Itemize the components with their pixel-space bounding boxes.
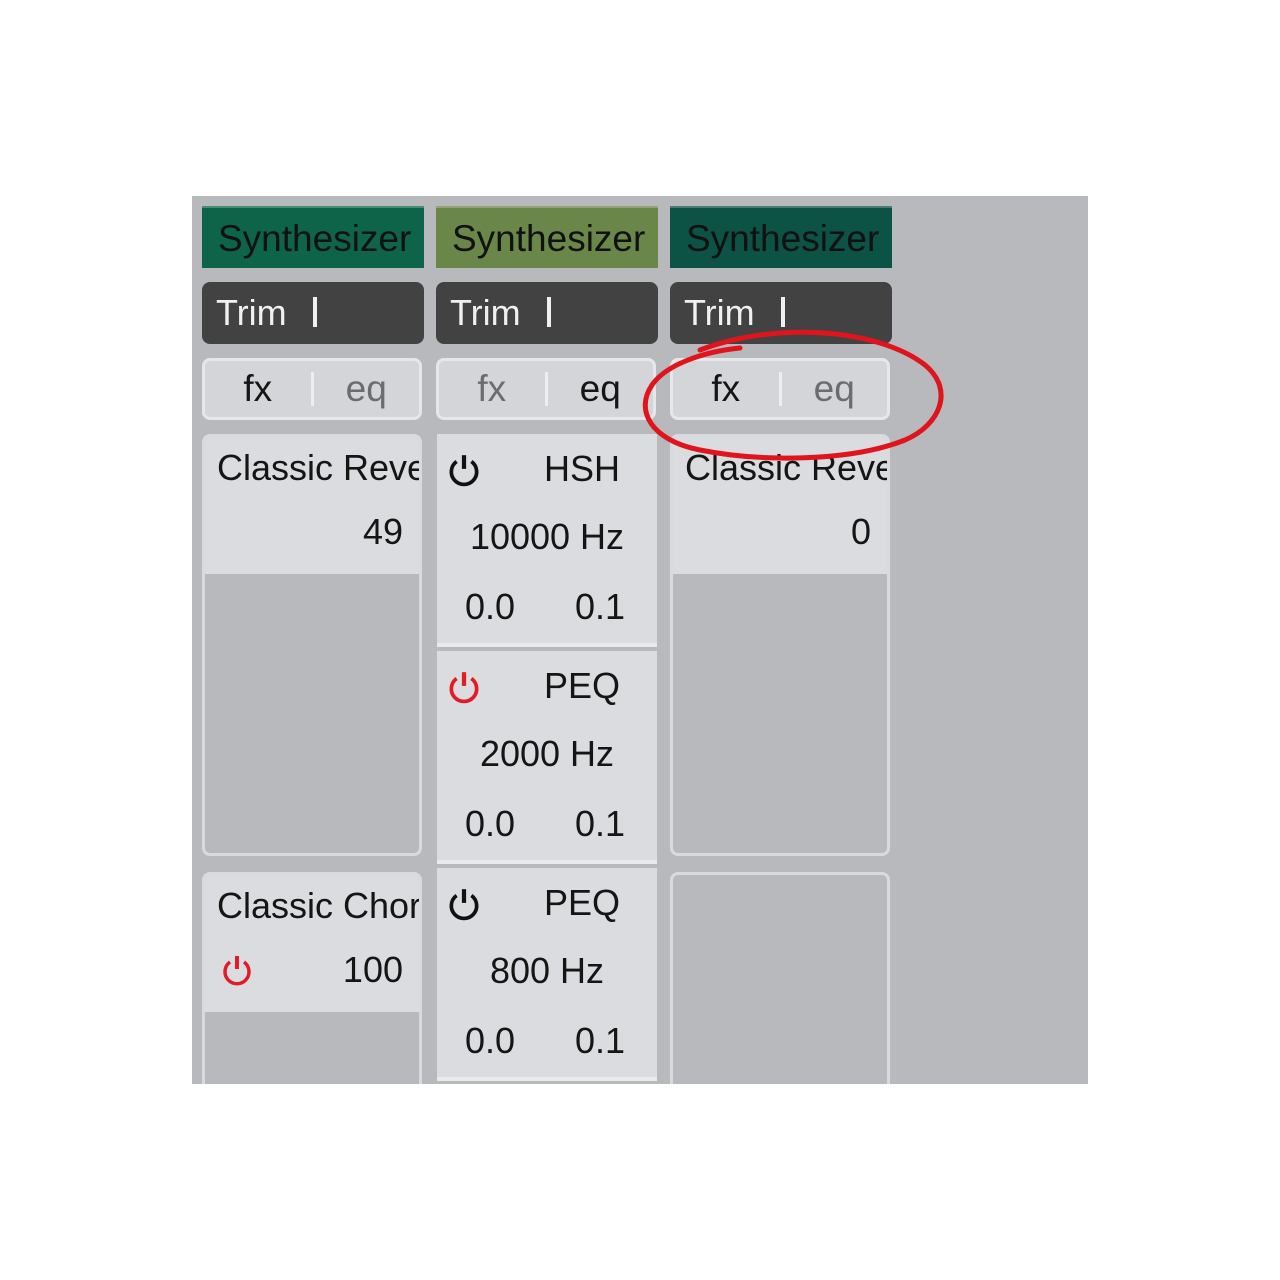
eq-band-type[interactable]: HSH xyxy=(537,448,627,490)
eq-band-gain[interactable]: 0.0 xyxy=(465,803,515,845)
eq-band-type[interactable]: PEQ xyxy=(537,882,627,924)
fx-eq-tabs: fx eq xyxy=(436,358,656,420)
power-icon[interactable] xyxy=(445,669,483,712)
fx-slot-header: Classic Chorus 100 xyxy=(205,875,419,1012)
fx-eq-tabs: fx eq xyxy=(670,358,890,420)
channel-strip-1: Synthesizer Trim fx eq Classic Reverb 49… xyxy=(192,196,424,1084)
channel-name[interactable]: Synthesizer xyxy=(202,206,424,268)
channel-strip-3: Synthesizer Trim fx eq Classic Reverb 0 xyxy=(660,196,892,1084)
fx-slot-header: Classic Reverb 49 xyxy=(205,437,419,574)
eq-band-frequency[interactable]: 800 Hz xyxy=(437,950,657,992)
fx-slot-value[interactable]: 49 xyxy=(363,511,403,553)
power-icon[interactable] xyxy=(445,886,483,929)
fx-slot-name: Classic Chorus xyxy=(217,885,422,926)
trim-indicator xyxy=(546,297,551,328)
trim-label: Trim xyxy=(450,292,521,333)
mixer-panel: Synthesizer Trim fx eq Classic Reverb 49… xyxy=(192,196,1088,1084)
eq-band-q[interactable]: 0.1 xyxy=(575,586,625,628)
eq-band-q[interactable]: 0.1 xyxy=(575,1020,625,1062)
tab-eq[interactable]: eq xyxy=(782,361,888,417)
fx-slot[interactable]: Classic Reverb 49 xyxy=(202,434,422,856)
tab-eq[interactable]: eq xyxy=(314,361,420,417)
trim-indicator xyxy=(780,297,785,328)
eq-band-2[interactable]: PEQ 2000 Hz 0.0 0.1 xyxy=(437,651,657,864)
eq-band-type[interactable]: PEQ xyxy=(537,665,627,707)
eq-band-frequency[interactable]: 2000 Hz xyxy=(437,733,657,775)
tab-fx[interactable]: fx xyxy=(673,361,779,417)
fx-slot[interactable]: Classic Reverb 0 xyxy=(670,434,890,856)
eq-band-3[interactable]: PEQ 800 Hz 0.0 0.1 xyxy=(437,868,657,1081)
tab-fx[interactable]: fx xyxy=(205,361,311,417)
eq-band-q[interactable]: 0.1 xyxy=(575,803,625,845)
fx-slot[interactable]: Classic Chorus 100 xyxy=(202,872,422,1084)
fx-slot-header: Classic Reverb 0 xyxy=(673,437,887,574)
trim-control[interactable]: Trim xyxy=(202,282,424,344)
trim-control[interactable]: Trim xyxy=(670,282,892,344)
trim-label: Trim xyxy=(684,292,755,333)
eq-band-frequency[interactable]: 10000 Hz xyxy=(437,516,657,558)
fx-slot-value[interactable]: 0 xyxy=(851,511,871,553)
fx-slot-empty[interactable] xyxy=(670,872,890,1084)
trim-label: Trim xyxy=(216,292,287,333)
fx-eq-tabs: fx eq xyxy=(202,358,422,420)
eq-band-1[interactable]: HSH 10000 Hz 0.0 0.1 xyxy=(437,434,657,647)
eq-band-gain[interactable]: 0.0 xyxy=(465,586,515,628)
trim-indicator xyxy=(312,297,317,328)
fx-slot-name: Classic Reverb xyxy=(685,447,887,488)
power-icon[interactable] xyxy=(445,452,483,495)
eq-band-gain[interactable]: 0.0 xyxy=(465,1020,515,1062)
power-icon[interactable] xyxy=(219,953,255,994)
channel-name[interactable]: Synthesizer xyxy=(670,206,892,268)
tab-eq[interactable]: eq xyxy=(548,361,654,417)
channel-name[interactable]: Synthesizer xyxy=(436,206,658,268)
trim-control[interactable]: Trim xyxy=(436,282,658,344)
fx-slot-value[interactable]: 100 xyxy=(343,949,403,991)
tab-fx[interactable]: fx xyxy=(439,361,545,417)
fx-slot-name: Classic Reverb xyxy=(217,447,419,488)
